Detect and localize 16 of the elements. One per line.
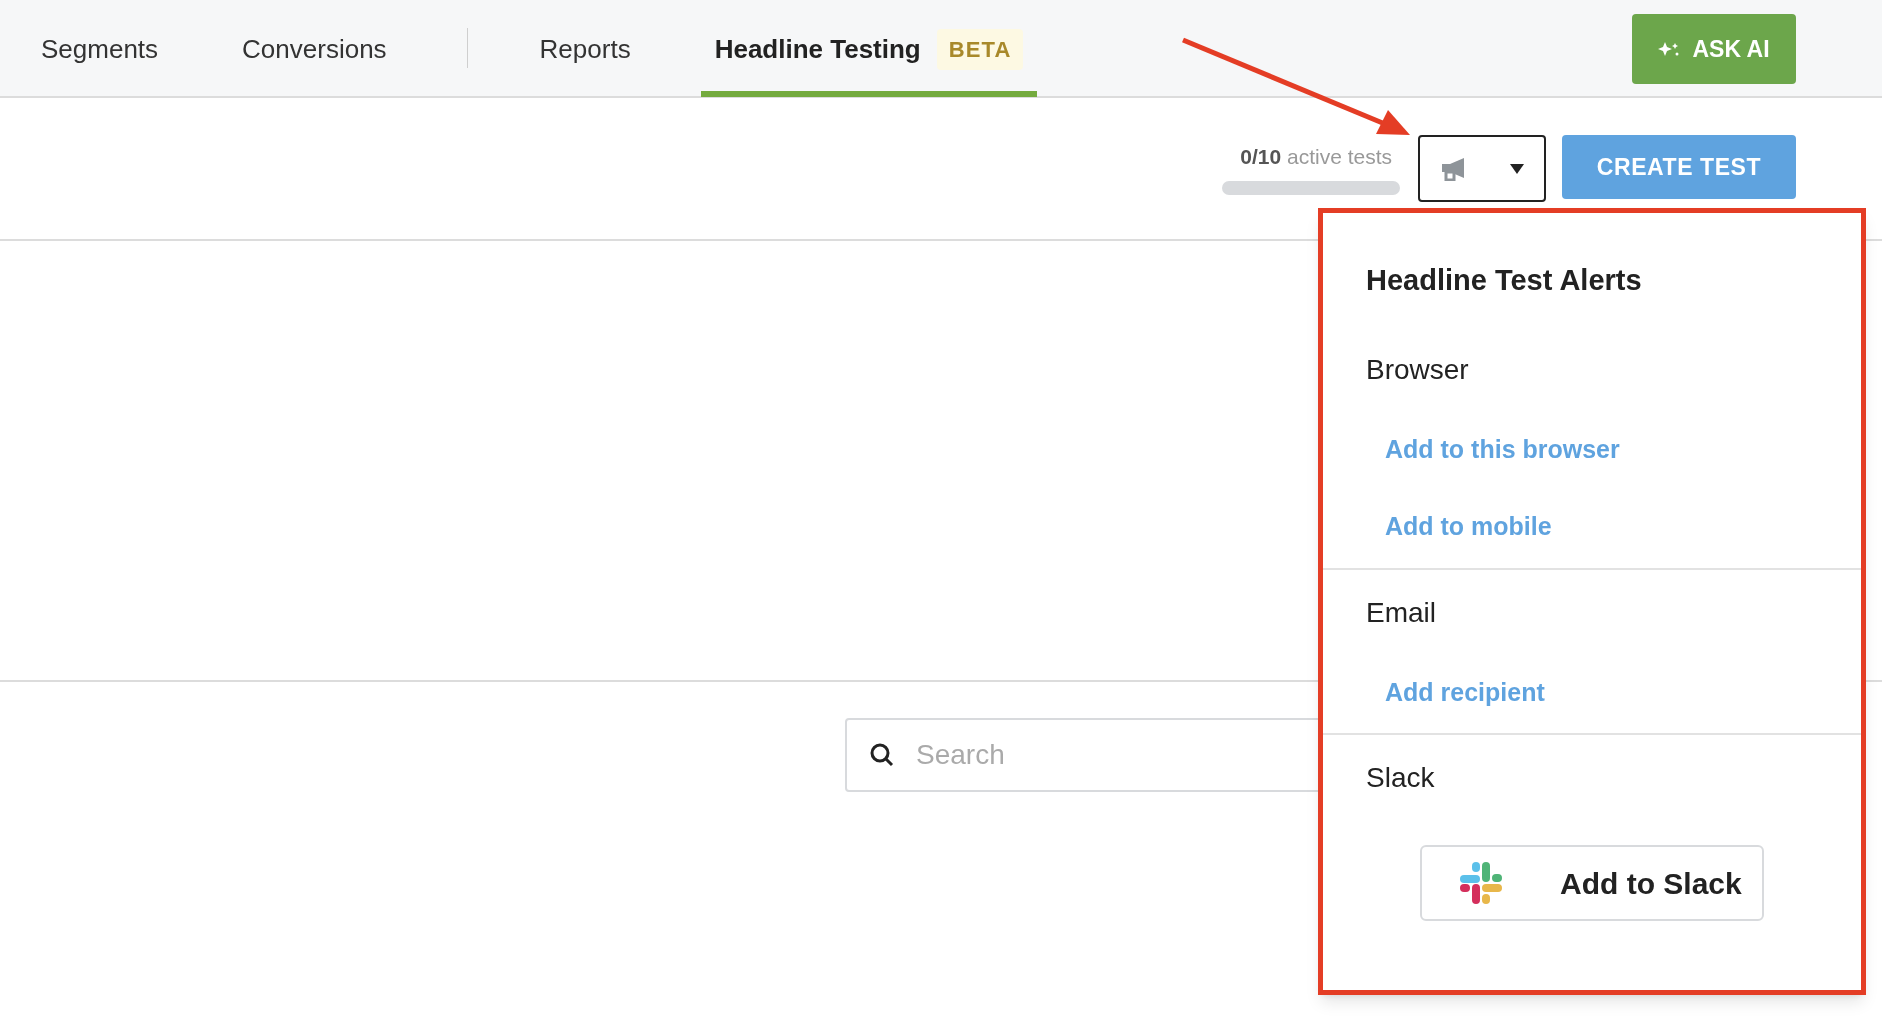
nav-tab[interactable]: Reports <box>525 0 645 97</box>
active-tests-count: 0/10 active tests <box>1240 144 1393 170</box>
sparkle-icon <box>1658 40 1681 58</box>
nav-tab[interactable]: Headline Testing BETA <box>700 0 1038 97</box>
beta-badge: BETA <box>936 29 1024 70</box>
nav-tab[interactable]: Segments <box>27 0 173 97</box>
section-heading: Slack <box>1366 761 1436 795</box>
add-to-slack-button[interactable]: Add to Slack <box>1420 845 1764 921</box>
alerts-dropdown-button[interactable] <box>1418 135 1546 202</box>
search-icon <box>869 742 895 768</box>
nav-tab[interactable]: Conversions <box>228 0 401 97</box>
section-heading: Browser <box>1366 352 1470 387</box>
slack-logo-icon <box>1458 860 1504 906</box>
panel-title: Headline Test Alerts <box>1366 263 1643 298</box>
caret-icon <box>1510 163 1524 174</box>
section-heading: Email <box>1366 595 1437 630</box>
